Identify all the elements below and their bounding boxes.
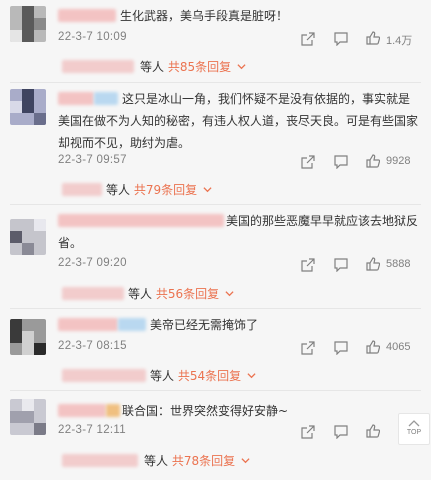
reply-suffix: 等人 [144,454,169,468]
avatar[interactable] [10,399,46,435]
reply-avatars[interactable] [62,60,134,73]
comment-time: 22-3-7 09:57 [58,154,127,166]
username-badge [118,318,146,331]
reply-avatars[interactable] [62,454,138,467]
comment-time: 22-3-7 08:15 [58,340,127,352]
comment-text: 联合国：世界突然变得好安静~ [122,404,289,418]
reply-avatars[interactable] [62,287,124,300]
reply-suffix: 等人 [128,287,153,301]
like-count: 4065 [386,341,411,353]
reply-suffix: 等人 [106,183,131,197]
comment-icon[interactable] [334,425,348,439]
avatar[interactable] [10,219,46,255]
like-count: 9928 [386,155,411,167]
reply-avatars[interactable] [62,369,146,382]
reply-summary: 等人 共78条回复 [144,452,250,469]
divider [10,82,421,83]
chevron-down-icon[interactable] [247,371,256,380]
like-count: 5888 [386,258,411,270]
share-icon[interactable] [301,425,315,439]
comment-text: 这只是冰山一角，我们怀疑不是没有依据的，事实就是美国在做不为人知的秘密，有违人权… [58,92,419,150]
share-icon[interactable] [301,155,315,169]
like-icon[interactable] [366,257,380,271]
comment-text: 生化武器，美乌手段真是脏呀！ [120,9,289,23]
username[interactable] [58,9,116,22]
like-icon[interactable] [366,340,380,354]
like-icon[interactable] [366,424,380,438]
back-to-top-button[interactable]: TOP [398,413,430,445]
reply-suffix: 等人 [140,60,165,74]
avatar[interactable] [10,319,46,355]
divider [10,204,421,205]
share-icon[interactable] [301,32,315,46]
like-icon[interactable] [366,31,380,45]
comment-time: 22-3-7 09:20 [58,257,127,269]
reply-avatars[interactable] [62,183,102,196]
comment-time: 22-3-7 12:11 [58,424,126,436]
reply-summary: 等人 共54条回复 [150,367,256,384]
reply-summary: 等人 共85条回复 [140,58,246,75]
username-badge [106,404,120,417]
chevron-down-icon[interactable] [241,456,250,465]
share-icon[interactable] [301,258,315,272]
chevron-down-icon[interactable] [237,62,246,71]
view-replies-link[interactable]: 共85条回复 [168,60,231,74]
comment-text: 美帝已经无需掩饰了 [150,318,259,332]
share-icon[interactable] [301,341,315,355]
divider [10,390,421,391]
chevron-down-icon[interactable] [203,185,212,194]
comment-icon[interactable] [334,155,348,169]
comment-icon[interactable] [334,341,348,355]
username[interactable] [58,404,106,417]
view-replies-link[interactable]: 共56条回复 [156,287,219,301]
reply-summary: 等人 共56条回复 [128,285,234,302]
avatar[interactable] [10,89,46,125]
view-replies-link[interactable]: 共79条回复 [134,183,197,197]
view-replies-link[interactable]: 共78条回复 [172,454,235,468]
chevron-up-icon [408,420,420,427]
divider [10,308,421,309]
comment-time: 22-3-7 10:09 [58,31,127,43]
comment-text: 美国的那些恶魔早早就应该去地狱反省。 [58,214,419,250]
comment-icon[interactable] [334,32,348,46]
reply-suffix: 等人 [150,369,175,383]
like-icon[interactable] [366,154,380,168]
like-count: 1.4万 [386,35,413,47]
chevron-down-icon[interactable] [225,289,234,298]
view-replies-link[interactable]: 共54条回复 [178,369,241,383]
comment-icon[interactable] [334,258,348,272]
avatar[interactable] [10,6,46,42]
reply-summary: 等人 共79条回复 [106,181,212,198]
username[interactable] [58,318,118,331]
back-to-top-label: TOP [406,429,422,436]
